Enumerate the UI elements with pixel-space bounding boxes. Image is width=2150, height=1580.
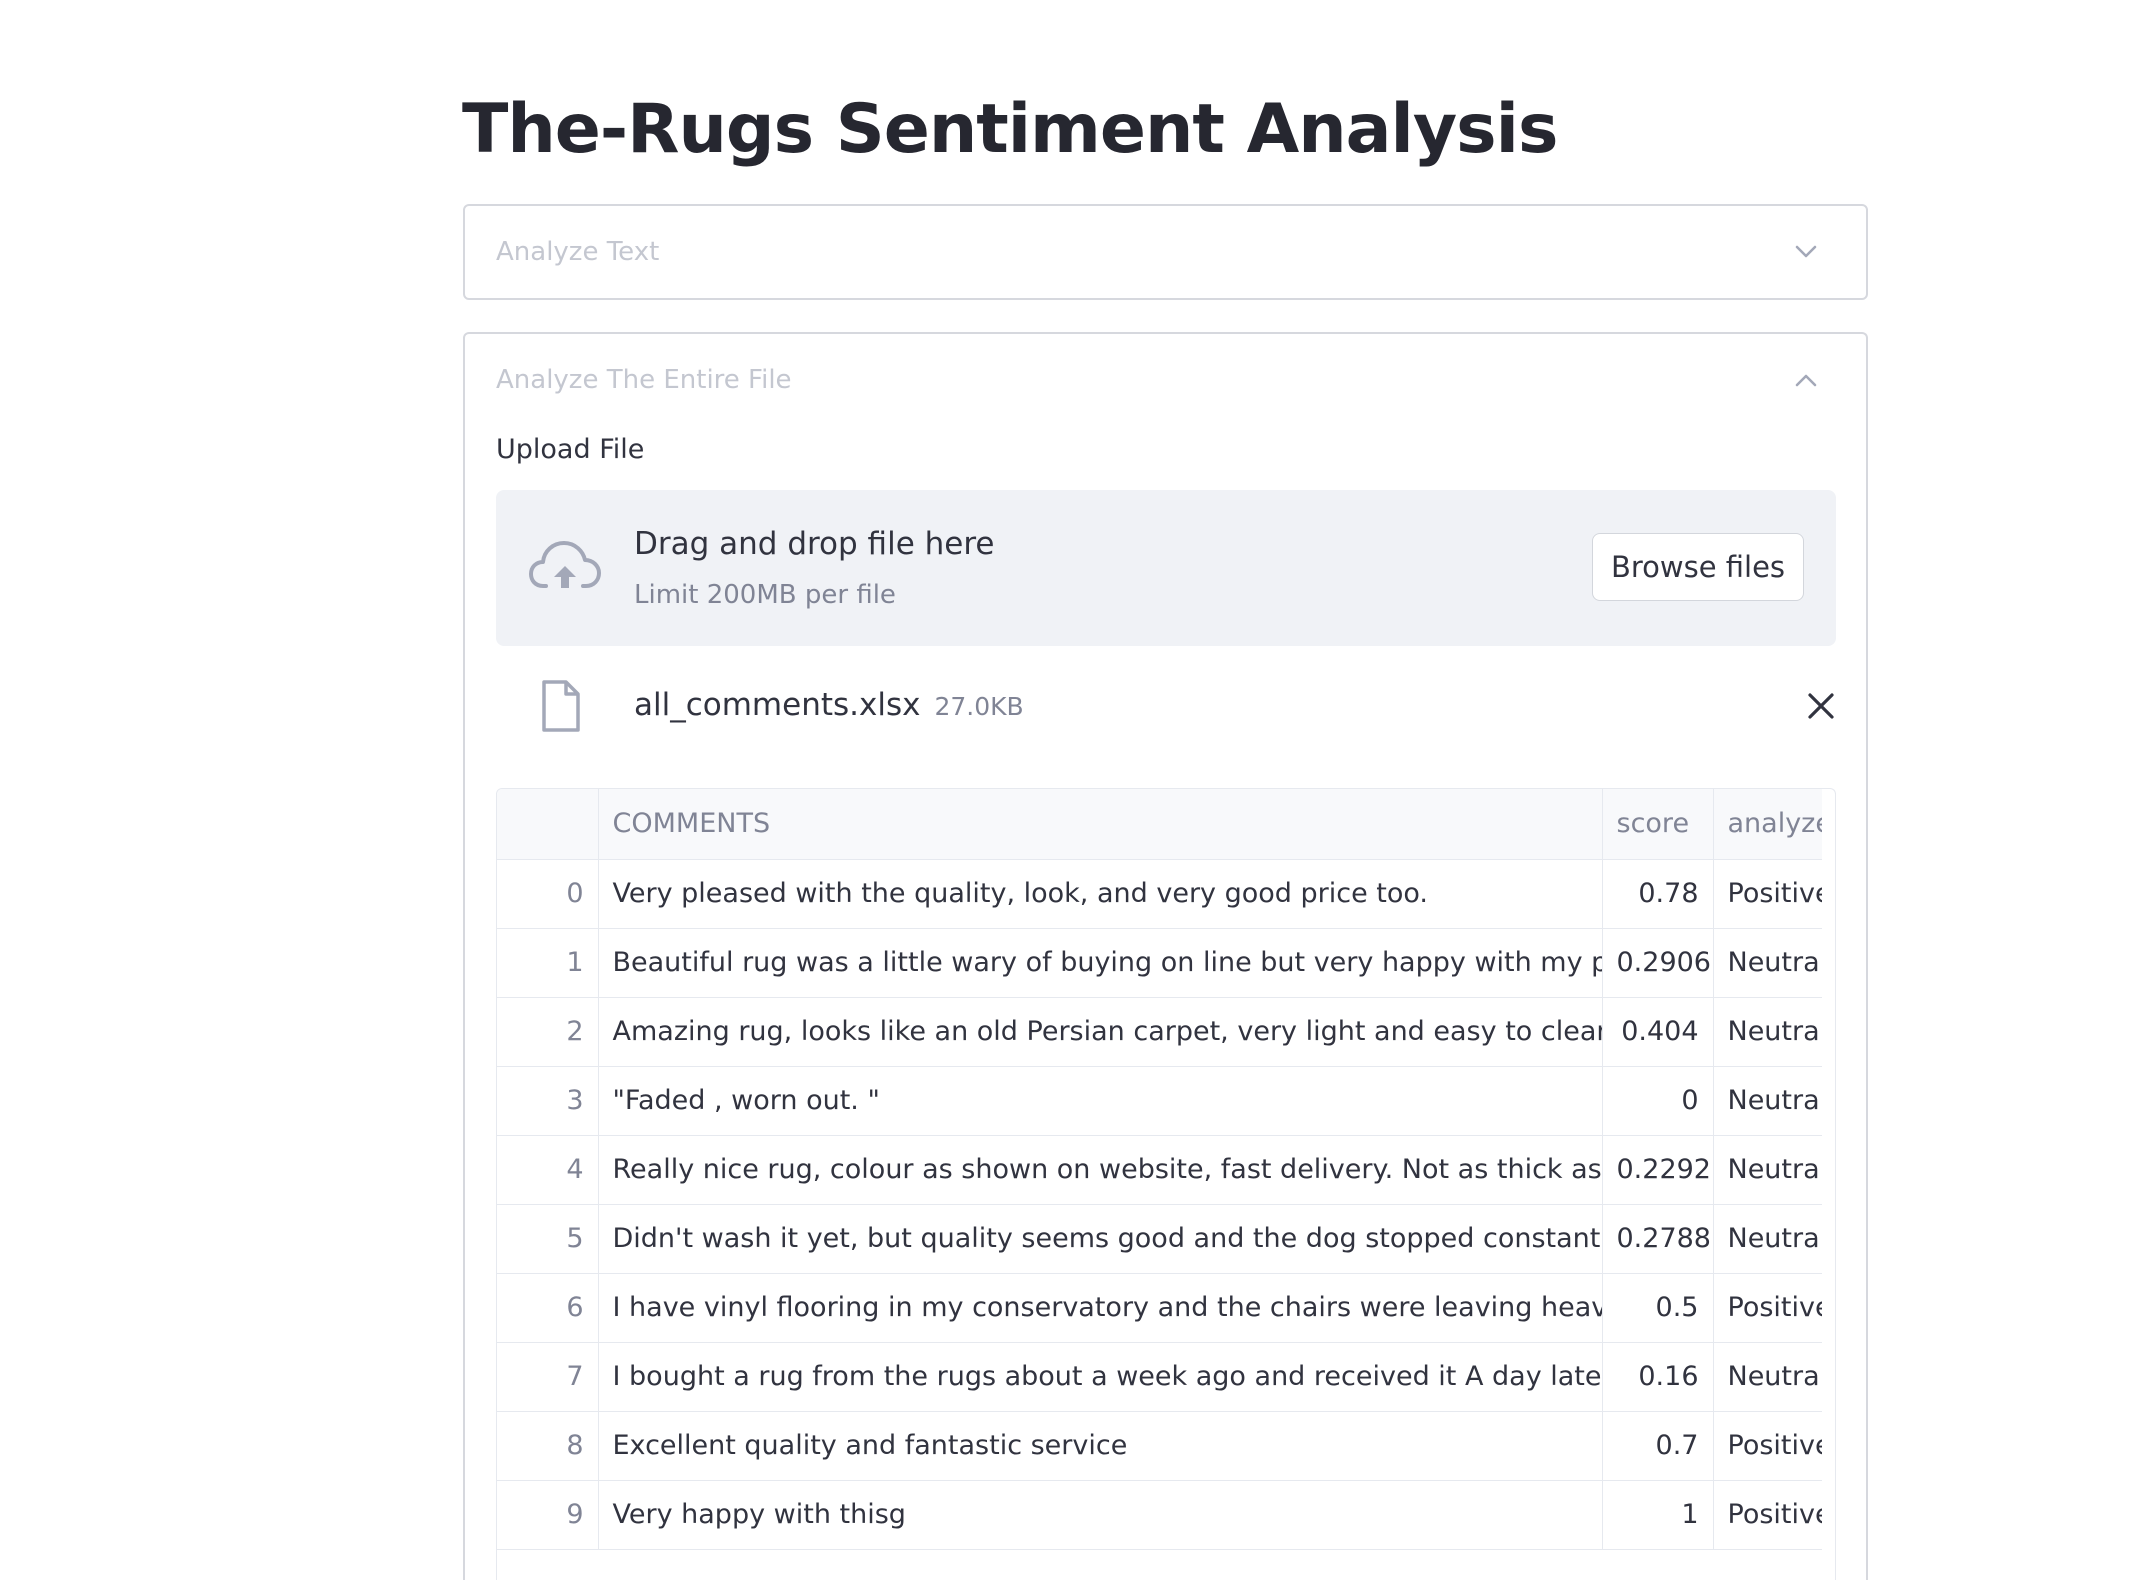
analyze-file-label: Analyze The Entire File	[496, 365, 792, 395]
score-cell[interactable]: 0.16	[1602, 1342, 1714, 1412]
comment-cell[interactable]: Didn't wash it yet, but quality seems go…	[598, 1204, 1603, 1274]
row-index[interactable]: 0	[497, 859, 599, 929]
analyze-cell[interactable]: Positive	[1713, 1480, 1822, 1550]
comment-cell[interactable]: Really nice rug, colour as shown on webs…	[598, 1135, 1603, 1205]
comments-header[interactable]: COMMENTS	[598, 789, 1603, 860]
comment-cell[interactable]: "Faded , worn out. "	[598, 1066, 1603, 1136]
analyze-cell[interactable]: Neutral	[1713, 1135, 1822, 1205]
analyze-file-expander: Analyze The Entire File Upload File Drag…	[463, 332, 1868, 1580]
score-cell[interactable]: 1	[1602, 1480, 1714, 1550]
analyze-cell[interactable]: Neutral	[1713, 1066, 1822, 1136]
analyze-cell[interactable]: Positive	[1713, 859, 1822, 929]
comment-cell[interactable]: Amazing rug, looks like an old Persian c…	[598, 997, 1603, 1067]
app-page: The-Rugs Sentiment Analysis Analyze Text…	[0, 0, 2150, 1580]
score-cell[interactable]: 0.5	[1602, 1273, 1714, 1343]
row-index[interactable]: 6	[497, 1273, 599, 1343]
score-header[interactable]: score	[1602, 789, 1714, 860]
table-row[interactable]: 3 "Faded , worn out. " 0 Neutral	[497, 1066, 1822, 1136]
page-title: The-Rugs Sentiment Analysis	[462, 90, 1558, 169]
results-table: COMMENTS score analyze 0 Very pleased wit…	[497, 789, 1822, 1550]
analyze-cell[interactable]: Neutral	[1713, 928, 1822, 998]
table-row[interactable]: 8 Excellent quality and fantastic service…	[497, 1411, 1822, 1481]
results-dataframe[interactable]: COMMENTS score analyze 0 Very pleased wit…	[496, 788, 1836, 1580]
index-header[interactable]	[497, 789, 599, 860]
score-cell[interactable]: 0.404	[1602, 997, 1714, 1067]
table-row[interactable]: 4 Really nice rug, colour as shown on web…	[497, 1135, 1822, 1205]
browse-files-button[interactable]: Browse files	[1592, 533, 1804, 601]
chevron-up-icon[interactable]	[1793, 367, 1819, 393]
comment-cell[interactable]: I have vinyl flooring in my conservatory…	[598, 1273, 1603, 1343]
row-index[interactable]: 7	[497, 1342, 599, 1412]
table-row[interactable]: 2 Amazing rug, looks like an old Persian …	[497, 997, 1822, 1067]
table-header-row: COMMENTS score analyze	[497, 789, 1822, 860]
analyze-cell[interactable]: Neutral	[1713, 1204, 1822, 1274]
analyze-header[interactable]: analyze	[1713, 789, 1822, 860]
row-index[interactable]: 4	[497, 1135, 599, 1205]
comment-cell[interactable]: Very happy with thisg	[598, 1480, 1603, 1550]
row-index[interactable]: 1	[497, 928, 599, 998]
row-index[interactable]: 9	[497, 1480, 599, 1550]
upload-file-label: Upload File	[496, 434, 645, 465]
analyze-cell[interactable]: Positive	[1713, 1411, 1822, 1481]
file-dropzone[interactable]: Drag and drop file here Limit 200MB per …	[496, 490, 1836, 646]
score-cell[interactable]: 0.7	[1602, 1411, 1714, 1481]
score-cell[interactable]: 0	[1602, 1066, 1714, 1136]
table-row[interactable]: 6I have vinyl flooring in my conservator…	[497, 1273, 1822, 1343]
analyze-file-header[interactable]: Analyze The Entire File	[496, 334, 1835, 426]
uploaded-file-name: all_comments.xlsx 27.0KB	[634, 687, 1024, 723]
score-cell[interactable]: 0.2292	[1602, 1135, 1714, 1205]
analyze-cell[interactable]: Neutral	[1713, 1342, 1822, 1412]
analyze-text-label: Analyze Text	[496, 237, 660, 267]
table-body: 0 Very pleased with the quality, look, an…	[497, 859, 1822, 1550]
comment-cell[interactable]: I bought a rug from the rugs about a wee…	[598, 1342, 1603, 1412]
analyze-text-expander[interactable]: Analyze Text	[463, 204, 1868, 300]
analyze-cell[interactable]: Neutral	[1713, 997, 1822, 1067]
dropzone-limit: Limit 200MB per file	[634, 580, 896, 610]
table-row[interactable]: 9 Very happy with thisg 1 Positive	[497, 1480, 1822, 1550]
score-cell[interactable]: 0.78	[1602, 859, 1714, 929]
file-name-text: all_comments.xlsx	[634, 687, 921, 723]
table-row[interactable]: 7I bought a rug from the rugs about a we…	[497, 1342, 1822, 1412]
uploaded-file-row: all_comments.xlsx 27.0KB	[496, 669, 1836, 745]
comment-cell[interactable]: Excellent quality and fantastic service	[598, 1411, 1603, 1481]
row-index[interactable]: 3	[497, 1066, 599, 1136]
table-row[interactable]: 5 Didn't wash it yet, but quality seems g…	[497, 1204, 1822, 1274]
close-icon[interactable]	[1804, 689, 1838, 723]
file-size: 27.0KB	[934, 692, 1024, 721]
cloud-upload-icon	[528, 536, 602, 598]
table-row[interactable]: 0 Very pleased with the quality, look, an…	[497, 859, 1822, 929]
score-cell[interactable]: 0.2788	[1602, 1204, 1714, 1274]
row-index[interactable]: 8	[497, 1411, 599, 1481]
chevron-down-icon[interactable]	[1793, 239, 1819, 265]
dropzone-title: Drag and drop file here	[634, 526, 995, 562]
table-row[interactable]: 1 Beautiful rug was a little wary of buyi…	[497, 928, 1822, 998]
file-icon	[540, 679, 582, 733]
score-cell[interactable]: 0.2906	[1602, 928, 1714, 998]
comment-cell[interactable]: Beautiful rug was a little wary of buyin…	[598, 928, 1603, 998]
row-index[interactable]: 2	[497, 997, 599, 1067]
row-index[interactable]: 5	[497, 1204, 599, 1274]
analyze-cell[interactable]: Positive	[1713, 1273, 1822, 1343]
analyze-text-header[interactable]: Analyze Text	[496, 206, 1835, 298]
comment-cell[interactable]: Very pleased with the quality, look, and…	[598, 859, 1603, 929]
